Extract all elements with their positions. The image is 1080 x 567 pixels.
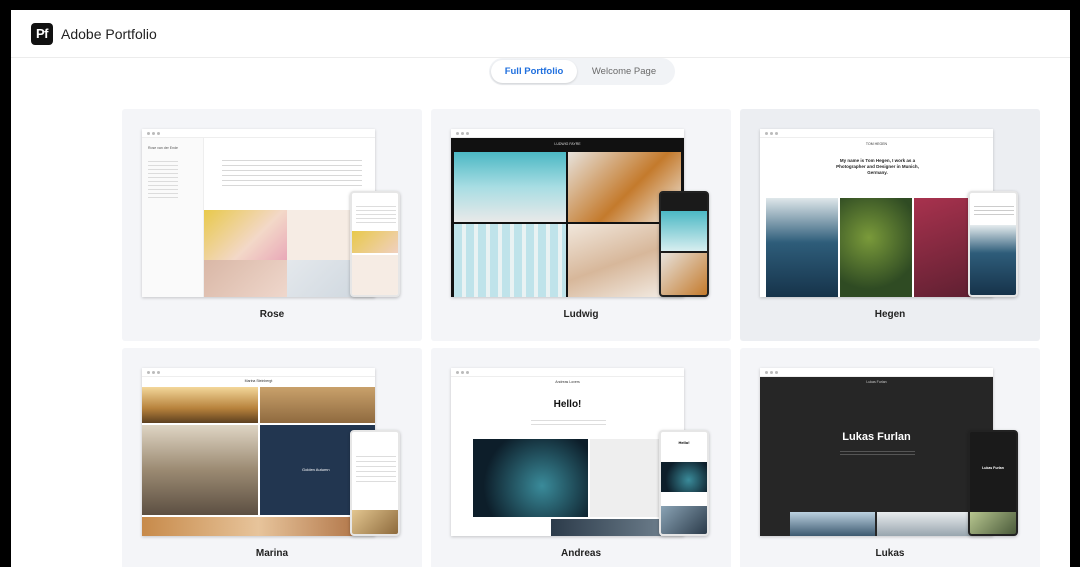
mobile-preview [350, 430, 400, 536]
site-title: LUDWIG FAYRE [554, 142, 581, 146]
mobile-preview: Hello! [659, 430, 709, 536]
mobile-preview [350, 191, 400, 297]
theme-preview: Marina Steinbergt Golden Autumn [142, 368, 375, 536]
app-window: Pf Adobe Portfolio Full Portfolio Welcom… [11, 10, 1070, 567]
hero-text: My name is Tom Hegen, I work as a Photog… [836, 158, 919, 175]
theme-card-andreas[interactable]: Andreas Lovers Hello! Hello! Andreas [431, 348, 731, 567]
site-title: Marina Steinbergt [244, 379, 273, 383]
theme-card-ludwig[interactable]: LUDWIG FAYRE Ludwig [431, 109, 731, 341]
hero-text: Lukas Furlan [842, 431, 911, 443]
top-bar: Pf Adobe Portfolio [11, 10, 1070, 58]
mobile-hero-text: Hello! [678, 440, 690, 445]
full-portfolio-tab[interactable]: Full Portfolio [491, 60, 577, 83]
theme-preview: Andreas Lovers Hello! [451, 368, 684, 536]
site-title: TOM HEGEN [865, 142, 888, 146]
theme-card-marina[interactable]: Marina Steinbergt Golden Autumn Marina [122, 348, 422, 567]
theme-name: Ludwig [563, 309, 599, 320]
theme-preview: Lukas Furlan Lukas Furlan [760, 368, 993, 536]
mobile-preview: Lukas Furlan [968, 430, 1018, 536]
theme-name: Marina [255, 548, 289, 559]
theme-name: Rose [259, 309, 285, 320]
site-title: Andreas Lovers [555, 380, 580, 384]
theme-name: Andreas [560, 548, 601, 559]
view-toggle: Full Portfolio Welcome Page [489, 58, 675, 85]
adobe-portfolio-logo: Pf [31, 22, 53, 45]
site-title: Lukas Furlan [866, 380, 887, 384]
theme-card-lukas[interactable]: Lukas Furlan Lukas Furlan Lukas Furlan L… [740, 348, 1040, 567]
site-title: Rose van der Ende [148, 146, 178, 150]
theme-preview: LUDWIG FAYRE [451, 129, 684, 297]
mobile-preview [659, 191, 709, 297]
theme-preview: TOM HEGEN My name is Tom Hegen, I work a… [760, 129, 993, 297]
theme-card-hegen[interactable]: TOM HEGEN My name is Tom Hegen, I work a… [740, 109, 1040, 341]
mobile-hero-text: Lukas Furlan [982, 466, 1004, 470]
app-title: Adobe Portfolio [61, 25, 157, 42]
theme-name: Lukas [875, 548, 905, 559]
mobile-preview [968, 191, 1018, 297]
theme-card-rose[interactable]: Rose van der Ende Rose [122, 109, 422, 341]
welcome-page-tab[interactable]: Welcome Page [577, 60, 671, 83]
theme-preview: Rose van der Ende [142, 129, 375, 297]
hero-text: Hello! [553, 399, 582, 410]
theme-name: Hegen [874, 309, 906, 320]
overlay-text: Golden Autumn [302, 467, 330, 472]
